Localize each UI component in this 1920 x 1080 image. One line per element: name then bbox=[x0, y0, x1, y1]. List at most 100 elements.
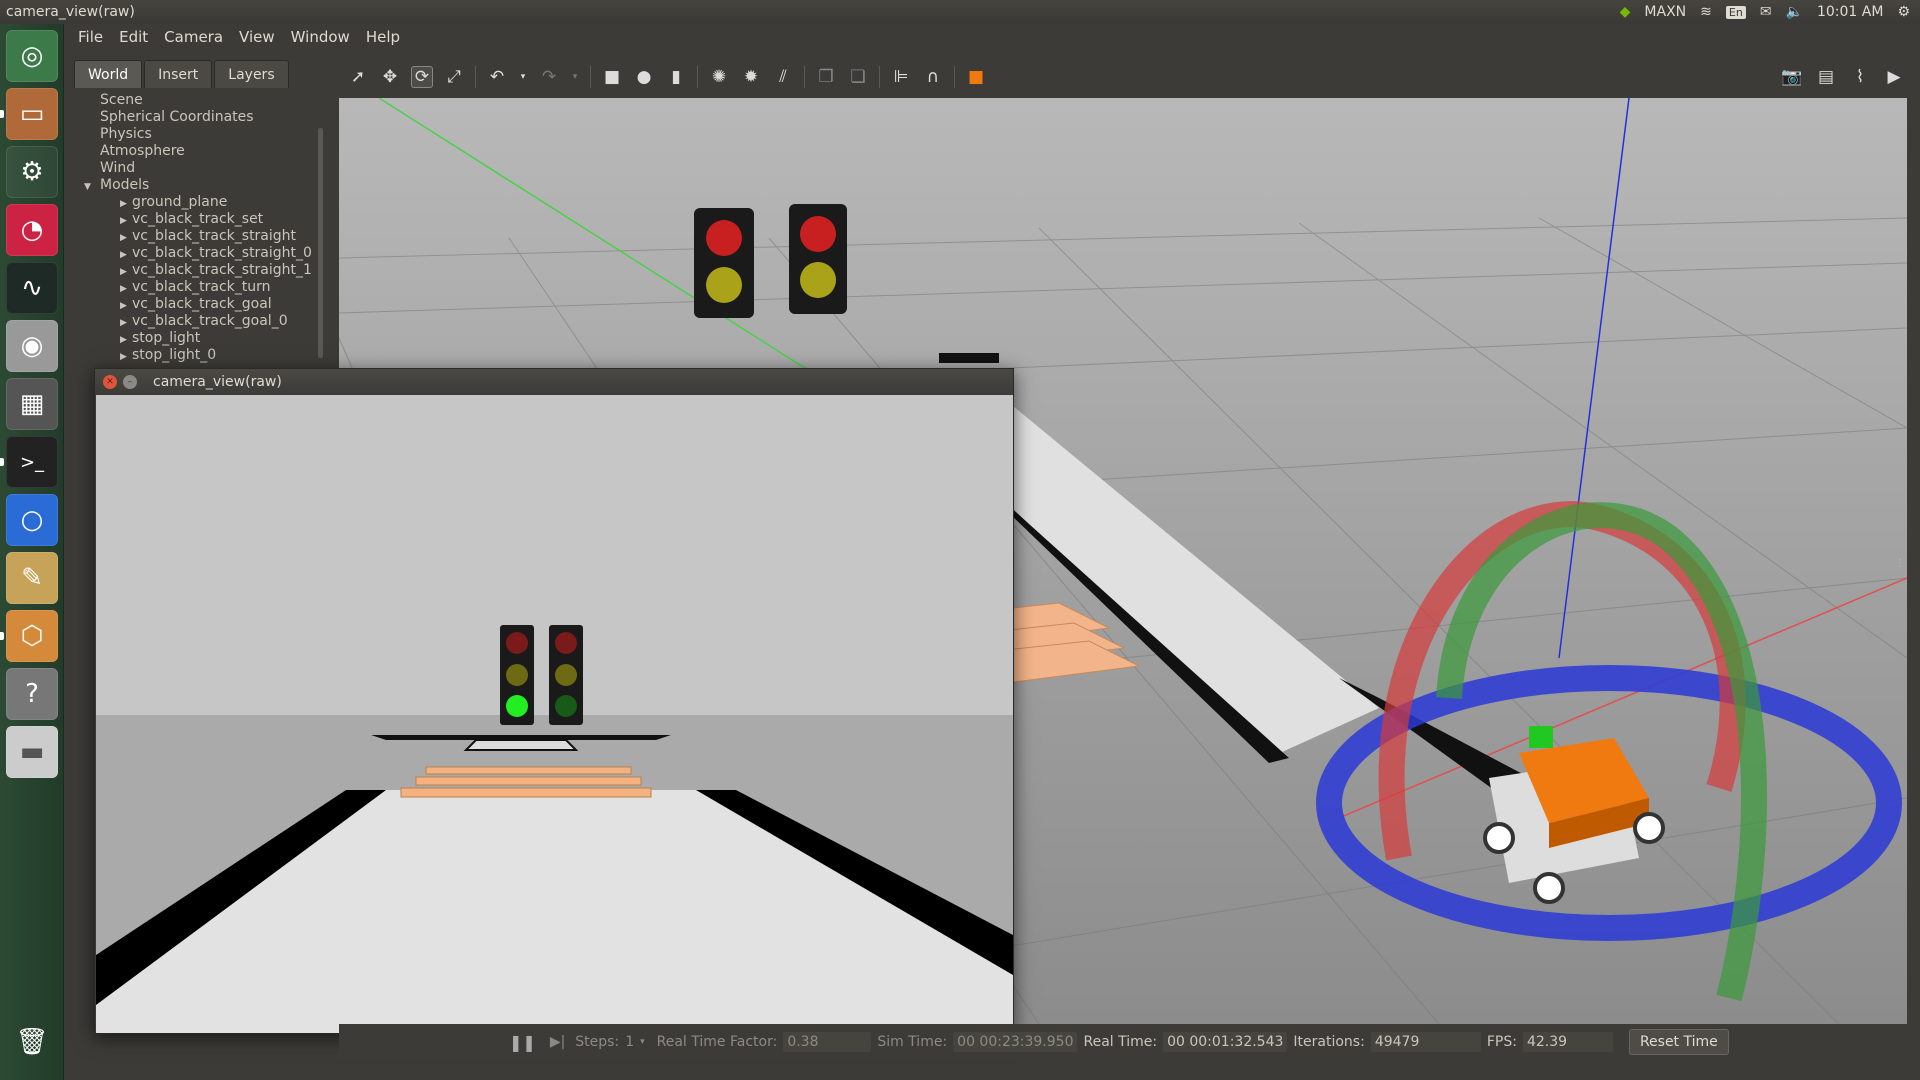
redo-history-chevron-icon[interactable]: ▾ bbox=[570, 66, 580, 88]
trash-icon[interactable]: 🗑 bbox=[6, 1016, 58, 1068]
ubuntu-dash-icon[interactable]: ◎ bbox=[6, 30, 58, 82]
steps-chevron-down-icon[interactable]: ▾ bbox=[640, 1037, 645, 1047]
tree-item-models[interactable]: ▼ Models bbox=[74, 177, 329, 194]
translate-mode-icon[interactable]: ✥ bbox=[379, 66, 401, 88]
pause-icon[interactable]: ❚❚ bbox=[509, 1033, 536, 1052]
chart-app-icon[interactable]: ◔ bbox=[6, 204, 58, 256]
camera-window-titlebar[interactable]: ✕ – camera_view(raw) bbox=[95, 369, 1013, 395]
terminal-icon[interactable]: >_ bbox=[6, 436, 58, 488]
tree-model-item[interactable]: ▶ ground_plane bbox=[74, 194, 329, 211]
tree-model-item[interactable]: ▶ vc_black_track_goal bbox=[74, 296, 329, 313]
tree-item-wind[interactable]: Wind bbox=[74, 160, 329, 177]
reset-time-button[interactable]: Reset Time bbox=[1628, 1029, 1729, 1055]
real-time-label: Real Time: bbox=[1083, 1034, 1158, 1050]
menu-help[interactable]: Help bbox=[358, 28, 408, 46]
chevron-down-icon[interactable]: ▼ bbox=[84, 179, 100, 196]
plot-icon[interactable]: ⌇ bbox=[1849, 66, 1871, 88]
view-angle-icon[interactable]: ■ bbox=[965, 66, 987, 88]
tree-model-item[interactable]: ▶ vc_black_track_straight_0 bbox=[74, 245, 329, 262]
directional-light-icon[interactable]: ⫽ bbox=[772, 66, 794, 88]
point-light-icon[interactable]: ✺ bbox=[708, 66, 730, 88]
tree-model-item[interactable]: ▶ vc_black_track_straight_1 bbox=[74, 262, 329, 279]
chromium-icon[interactable]: ○ bbox=[6, 494, 58, 546]
tree-item-scene[interactable]: Scene bbox=[74, 92, 329, 109]
calculator-icon[interactable]: ▦ bbox=[6, 378, 58, 430]
tree-model-item[interactable]: ▶ vc_black_track_turn bbox=[74, 279, 329, 296]
real-time-factor-value: 0.38 bbox=[783, 1032, 872, 1052]
drive-icon[interactable]: ▬ bbox=[6, 726, 58, 778]
snap-icon[interactable]: ∩ bbox=[922, 66, 944, 88]
fps-value: 42.39 bbox=[1522, 1032, 1613, 1052]
left-panel-tabs: World Insert Layers bbox=[74, 60, 291, 88]
file-manager-icon[interactable]: ▭ bbox=[6, 88, 58, 140]
menu-camera[interactable]: Camera bbox=[156, 28, 231, 46]
text-editor-icon[interactable]: ✎ bbox=[6, 552, 58, 604]
tree-model-item[interactable]: ▶ vc_black_track_set bbox=[74, 211, 329, 228]
gear-icon[interactable]: ⚙ bbox=[1897, 4, 1910, 20]
scale-mode-icon[interactable]: ⤢ bbox=[443, 66, 465, 88]
step-icon[interactable]: ▶| bbox=[550, 1034, 565, 1050]
cylinder-shape-icon[interactable]: ▮ bbox=[665, 66, 687, 88]
mail-icon[interactable]: ✉ bbox=[1760, 4, 1772, 20]
align-icon[interactable]: ⊫ bbox=[890, 66, 912, 88]
screenshot-icon[interactable]: 📷 bbox=[1781, 66, 1803, 88]
system-monitor-icon[interactable]: ∿ bbox=[6, 262, 58, 314]
running-indicator bbox=[0, 458, 4, 466]
tree-item-atmosphere[interactable]: Atmosphere bbox=[74, 143, 329, 160]
fps-label: FPS: bbox=[1486, 1034, 1517, 1050]
settings-icon[interactable]: ⚙ bbox=[6, 146, 58, 198]
tab-world[interactable]: World bbox=[74, 60, 143, 88]
tab-insert[interactable]: Insert bbox=[144, 60, 213, 88]
camera-view-window[interactable]: ✕ – camera_view(raw) bbox=[94, 368, 1014, 1034]
tree-model-item[interactable]: ▶ stop_light_0 bbox=[74, 347, 329, 364]
wifi-icon[interactable]: ≋ bbox=[1700, 4, 1712, 20]
volume-icon[interactable]: 🔈 bbox=[1786, 4, 1803, 20]
spot-light-icon[interactable]: ✹ bbox=[740, 66, 762, 88]
rotate-mode-icon[interactable]: ⟳ bbox=[411, 66, 433, 88]
viewport-splitter-handle[interactable]: ⋮ bbox=[1895, 558, 1905, 569]
log-icon[interactable]: ▤ bbox=[1815, 66, 1837, 88]
menu-window[interactable]: Window bbox=[283, 28, 358, 46]
help-icon[interactable]: ? bbox=[6, 668, 58, 720]
close-icon[interactable]: ✕ bbox=[103, 375, 117, 389]
menu-file[interactable]: File bbox=[64, 28, 111, 46]
menu-view[interactable]: View bbox=[231, 28, 283, 46]
gpu-mode-indicator[interactable]: MAXN bbox=[1644, 4, 1686, 20]
minimize-icon[interactable]: – bbox=[123, 375, 137, 389]
toolbar-separator bbox=[697, 66, 698, 88]
real-time-factor-label: Real Time Factor: bbox=[656, 1034, 778, 1050]
paste-icon[interactable]: ❏ bbox=[847, 66, 869, 88]
camera-app-icon[interactable]: ◉ bbox=[6, 320, 58, 372]
video-record-icon[interactable]: ▶ bbox=[1883, 66, 1905, 88]
chevron-right-icon[interactable]: ▶ bbox=[120, 349, 132, 366]
active-window-title: camera_view(raw) bbox=[6, 4, 135, 20]
tree-item-physics[interactable]: Physics bbox=[74, 126, 329, 143]
undo-history-chevron-icon[interactable]: ▾ bbox=[518, 66, 528, 88]
toolbar-separator bbox=[879, 66, 880, 88]
steps-value[interactable]: 1 bbox=[625, 1034, 634, 1050]
menu-edit[interactable]: Edit bbox=[111, 28, 156, 46]
redo-icon[interactable]: ↷ bbox=[538, 66, 560, 88]
tree-model-item[interactable]: ▶ stop_light bbox=[74, 330, 329, 347]
select-mode-icon[interactable]: ➚ bbox=[347, 66, 369, 88]
undo-icon[interactable]: ↶ bbox=[486, 66, 508, 88]
box-shape-icon[interactable]: ■ bbox=[601, 66, 623, 88]
nvidia-icon[interactable]: ◆ bbox=[1620, 4, 1631, 20]
tab-layers[interactable]: Layers bbox=[214, 60, 289, 88]
tree-scrollbar[interactable] bbox=[318, 128, 323, 358]
gazebo-icon[interactable]: ⬡ bbox=[6, 610, 58, 662]
clock[interactable]: 10:01 AM bbox=[1817, 4, 1883, 20]
tree-model-item[interactable]: ▶ vc_black_track_straight bbox=[74, 228, 329, 245]
tree-model-label: stop_light_0 bbox=[132, 347, 217, 363]
sphere-shape-icon[interactable]: ● bbox=[633, 66, 655, 88]
real-time-value: 00 00:01:32.543 bbox=[1163, 1032, 1288, 1052]
tree-item-spherical-coordinates[interactable]: Spherical Coordinates bbox=[74, 109, 329, 126]
copy-icon[interactable]: ❐ bbox=[815, 66, 837, 88]
camera-stop-light bbox=[549, 625, 583, 725]
keyboard-layout-indicator[interactable]: En bbox=[1725, 5, 1746, 19]
tree-model-item[interactable]: ▶ vc_black_track_goal_0 bbox=[74, 313, 329, 330]
tree-model-label: vc_black_track_set bbox=[132, 211, 264, 227]
iterations-label: Iterations: bbox=[1293, 1034, 1365, 1050]
stop-light-model[interactable] bbox=[694, 208, 754, 318]
stop-light-model[interactable] bbox=[789, 204, 847, 314]
